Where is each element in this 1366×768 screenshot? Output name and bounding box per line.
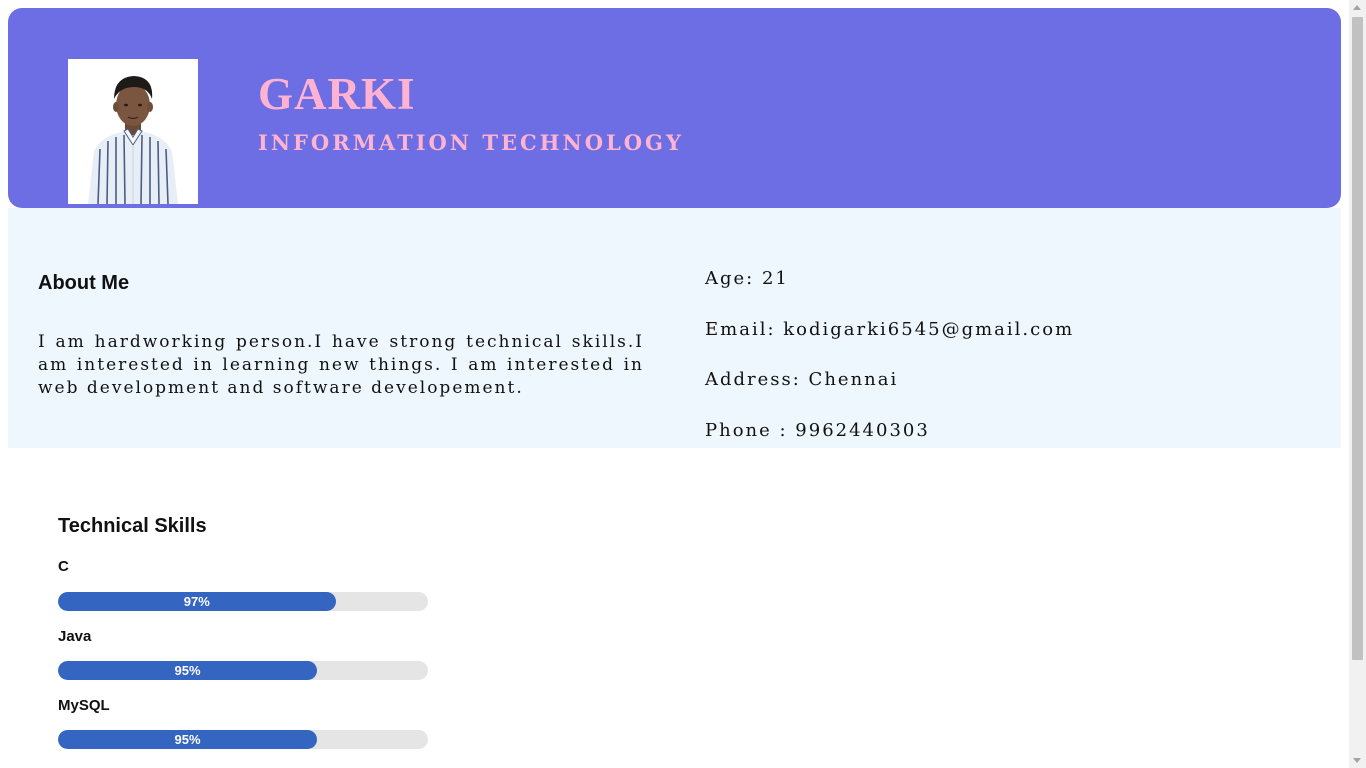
phone-text: Phone : 9962440303 [705, 420, 930, 441]
skill-name-mysql: MySQL [58, 697, 110, 714]
person-photo-icon [68, 59, 198, 204]
email-text: Email: kodigarki6545@gmail.com [705, 319, 1075, 340]
about-title: About Me [38, 272, 130, 294]
skill-bar-fill-java: 95% [58, 661, 317, 680]
profile-photo [68, 59, 198, 204]
address-text: Address: Chennai [705, 369, 899, 390]
skill-bar-c: 97% [58, 592, 428, 611]
skills-title: Technical Skills [58, 515, 207, 537]
arrow-up-icon[interactable] [1353, 5, 1361, 10]
skill-name-c: C [58, 558, 69, 575]
skill-name-java: Java [58, 628, 92, 645]
about-section: About Me I am hardworking person.I have … [8, 208, 1341, 448]
profile-header: GARKI INFORMATION TECHNOLOGY [8, 8, 1341, 208]
age-text: Age: 21 [705, 268, 789, 289]
skill-bar-mysql: 95% [58, 730, 428, 749]
arrow-down-icon[interactable] [1353, 758, 1361, 763]
skill-bar-fill-c: 97% [58, 592, 336, 611]
skill-bar-java: 95% [58, 661, 428, 680]
profile-name: GARKI [258, 69, 416, 119]
vertical-scrollbar[interactable] [1349, 0, 1366, 768]
skill-bar-fill-mysql: 95% [58, 730, 317, 749]
scrollbar-thumb[interactable] [1352, 17, 1363, 660]
profile-department: INFORMATION TECHNOLOGY [258, 130, 684, 155]
resume-page: GARKI INFORMATION TECHNOLOGY About Me I … [0, 0, 1366, 768]
about-text: I am hardworking person.I have strong te… [38, 332, 644, 398]
